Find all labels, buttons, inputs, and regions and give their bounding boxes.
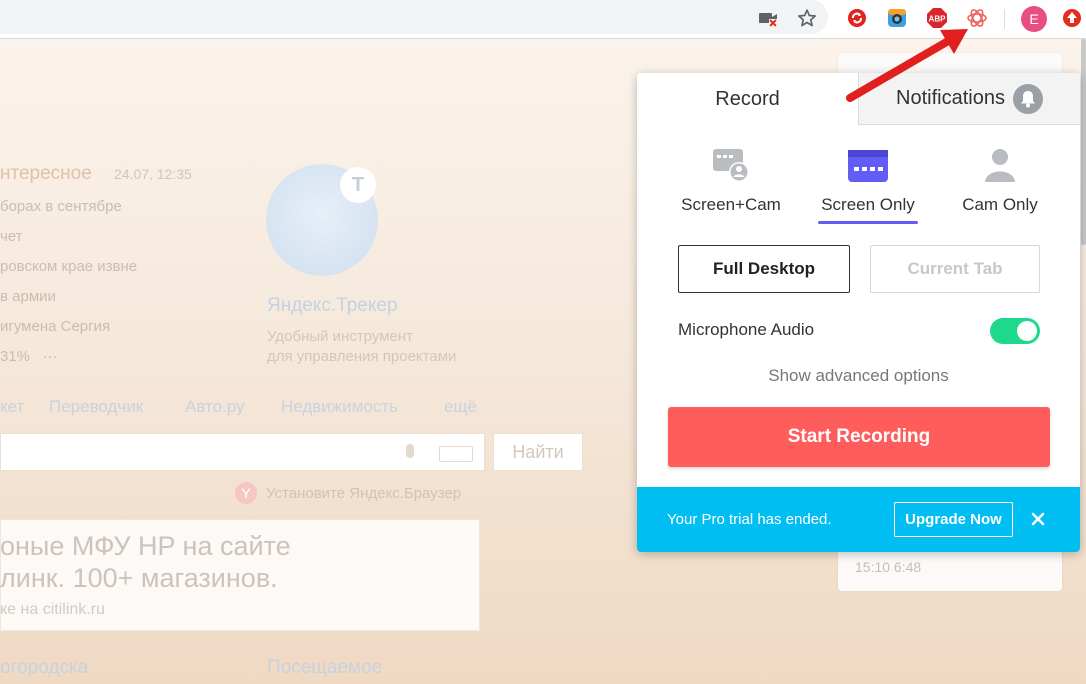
mode-screen-only-label: Screen Only [821, 195, 915, 214]
mode-cam-only-label: Cam Only [962, 195, 1038, 214]
tracker-desc-2: для управления проектами [267, 348, 457, 365]
full-desktop-button[interactable]: Full Desktop [678, 245, 850, 293]
address-bar[interactable] [0, 0, 828, 34]
news-footer-percent: 31% [0, 348, 31, 365]
news-item[interactable]: игумена Сергия [0, 318, 110, 335]
ad-line-3[interactable]: ке на citilink.ru [0, 601, 105, 619]
nav-link-translator[interactable]: Переводчик [49, 397, 143, 417]
profile-avatar[interactable]: E [1021, 6, 1047, 32]
yandex-browser-icon: Y [235, 482, 257, 504]
mode-screen-cam-label: Screen+Cam [681, 195, 781, 214]
trial-banner: Your Pro trial has ended. Upgrade Now [637, 487, 1080, 552]
current-tab-button[interactable]: Current Tab [870, 245, 1040, 293]
nav-link[interactable]: кет [0, 397, 24, 417]
camera-blocked-icon[interactable] [757, 7, 779, 29]
page-scrollbar[interactable] [1081, 39, 1086, 245]
start-recording-button[interactable]: Start Recording [668, 407, 1050, 467]
bell-icon [1012, 83, 1043, 114]
bottom-heading-visited[interactable]: Посещаемое [267, 657, 382, 679]
screen-only-icon [803, 145, 933, 185]
avatar-letter: E [1029, 11, 1039, 27]
show-advanced-options-link[interactable]: Show advanced options [637, 366, 1080, 386]
tracker-title[interactable]: Яндекс.Трекер [267, 295, 398, 317]
search-input[interactable] [0, 433, 485, 471]
bottom-heading-left[interactable]: огородска [0, 657, 88, 679]
microphone-toggle[interactable] [990, 318, 1040, 344]
microphone-icon[interactable] [406, 444, 414, 458]
cam-only-icon [935, 145, 1065, 185]
nav-link-auto[interactable]: Авто.ру [185, 397, 245, 417]
star-icon[interactable] [796, 7, 818, 29]
ad-line-1: оные МФУ HP на сайте [0, 531, 291, 561]
news-item[interactable]: ровском крае извне [0, 258, 137, 275]
close-icon[interactable] [1029, 504, 1047, 534]
news-footer: 31% ··· [0, 348, 58, 365]
right-widget-time: 15:10 6:48 [855, 559, 922, 575]
screen-cam-icon [666, 145, 796, 185]
mode-cam-only[interactable]: Cam Only [935, 145, 1065, 215]
news-heading[interactable]: нтересное [0, 163, 92, 185]
news-item[interactable]: в армии [0, 288, 56, 305]
nav-link-realty[interactable]: Недвижимость [281, 397, 398, 417]
browser-promo-link[interactable]: Установите Яндекс.Браузер [266, 485, 461, 502]
red-arrow-annotation [846, 29, 968, 102]
mode-selected-underline [818, 221, 918, 224]
ad-line-2: линк. 100+ магазинов. [0, 563, 278, 593]
mode-screen-cam[interactable]: Screen+Cam [666, 145, 796, 215]
search-button[interactable]: Найти [493, 433, 583, 471]
news-item[interactable]: борах в сентябре [0, 198, 122, 215]
news-item[interactable]: чет [0, 228, 23, 245]
red-upload-extension-icon[interactable] [1061, 7, 1083, 29]
trial-message: Your Pro trial has ended. [667, 511, 832, 528]
microphone-audio-label: Microphone Audio [678, 320, 815, 339]
tab-record-label: Record [715, 87, 780, 110]
news-date: 24.07, 12:35 [114, 166, 192, 182]
nav-link-more[interactable]: ещё [444, 397, 477, 417]
mode-screen-only[interactable]: Screen Only [803, 145, 933, 215]
upgrade-now-button[interactable]: Upgrade Now [894, 502, 1013, 537]
toggle-knob [1017, 321, 1037, 341]
tab-record[interactable]: Record [637, 73, 858, 125]
toolbar-divider [1004, 9, 1005, 29]
keyboard-icon[interactable] [439, 446, 473, 462]
recorder-popup: Record Notifications Screen+Cam Screen O… [637, 73, 1080, 552]
tracker-desc-1: Удобный инструмент [267, 328, 414, 345]
tracker-badge: T [340, 167, 376, 203]
